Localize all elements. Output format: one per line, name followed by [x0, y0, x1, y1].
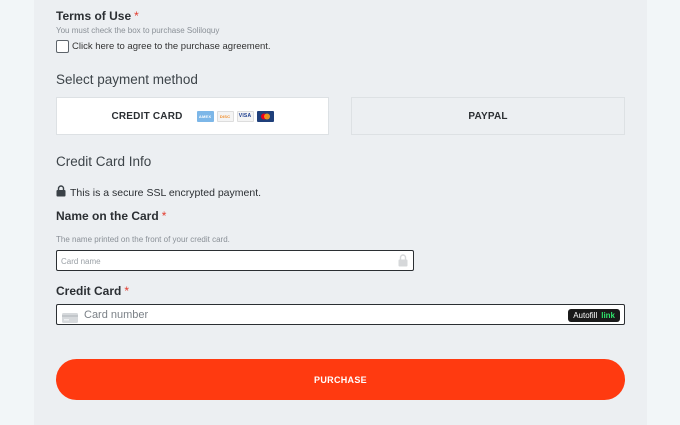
required-mark: * [124, 284, 130, 298]
name-on-card-label: Name on the Card [56, 209, 159, 223]
card-logos: AMEX DISC VISA [196, 110, 274, 122]
terms-hint: You must check the box to purchase Solil… [56, 26, 220, 35]
secure-notice: This is a secure SSL encrypted payment. [56, 184, 261, 202]
payment-option-credit-card[interactable]: CREDIT CARD AMEX DISC VISA [56, 97, 329, 135]
discover-card-icon: DISC [216, 110, 234, 122]
payment-option-label: PAYPAL [468, 110, 508, 122]
name-on-card-heading: Name on the Card * [56, 209, 166, 223]
terms-label: Terms of Use [56, 9, 132, 23]
secure-text: This is a secure SSL encrypted payment. [70, 187, 262, 199]
autofill-link-button[interactable]: Autofill link [568, 309, 620, 322]
mastercard-icon [256, 110, 274, 122]
name-hint: The name printed on the front of your cr… [56, 235, 230, 244]
amex-card-icon: AMEX [196, 110, 214, 122]
card-name-input[interactable]: Card name [56, 250, 414, 271]
card-number-input[interactable]: Card number Autofill link [56, 304, 625, 325]
payment-method-title: Select payment method [56, 72, 198, 87]
terms-checkbox-label[interactable]: Click here to agree to the purchase agre… [72, 41, 271, 52]
purchase-button[interactable]: PURCHASE [56, 359, 625, 400]
visa-card-icon: VISA [236, 110, 254, 122]
required-mark: * [161, 209, 167, 223]
terms-heading: Terms of Use * [56, 9, 139, 23]
terms-checkbox[interactable] [56, 40, 69, 53]
card-number-placeholder: Card number [84, 309, 149, 321]
credit-card-heading: Credit Card * [56, 284, 129, 298]
credit-card-label: Credit Card [56, 284, 122, 298]
payment-option-label: CREDIT CARD [111, 110, 183, 122]
required-mark: * [134, 9, 139, 23]
lock-icon [56, 184, 66, 202]
card-icon [62, 310, 78, 328]
card-info-title: Credit Card Info [56, 154, 152, 169]
lock-icon [398, 254, 408, 272]
card-name-placeholder: Card name [61, 257, 101, 266]
autofill-text: Autofill [573, 311, 598, 320]
link-text: link [601, 311, 615, 320]
payment-option-paypal[interactable]: PAYPAL [351, 97, 625, 135]
